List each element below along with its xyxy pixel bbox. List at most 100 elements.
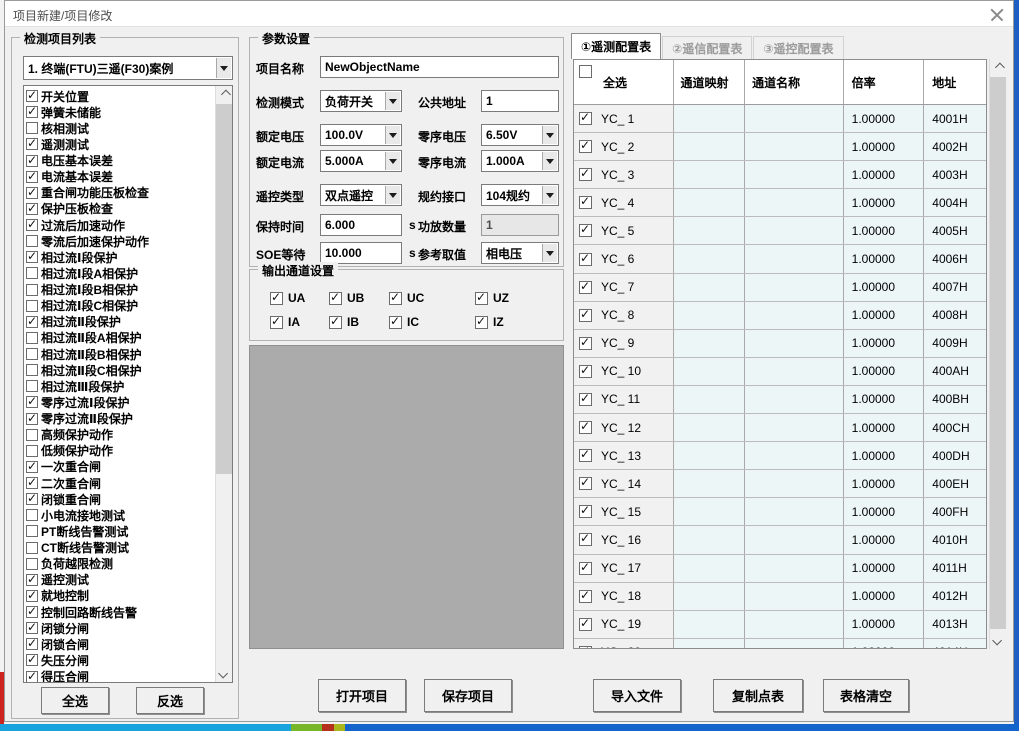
list-item-checkbox[interactable]: [26, 461, 38, 473]
dropdown-arrow-icon[interactable]: [542, 152, 557, 170]
channel-name-cell[interactable]: [745, 611, 844, 638]
table-row[interactable]: YC_ 171.000004011H: [574, 555, 986, 583]
list-item-checkbox[interactable]: [26, 300, 38, 312]
select-all-button[interactable]: 全选: [41, 687, 109, 714]
protocol-dropdown[interactable]: 104规约: [481, 184, 559, 206]
channel-map-cell[interactable]: [674, 386, 746, 413]
address-cell[interactable]: 400DH: [924, 442, 986, 469]
row-checkbox[interactable]: [579, 618, 592, 631]
row-checkbox[interactable]: [579, 224, 592, 237]
row-checkbox[interactable]: [579, 477, 592, 490]
invert-select-button[interactable]: 反选: [136, 687, 204, 714]
address-cell[interactable]: 4008H: [924, 302, 986, 329]
list-item[interactable]: 重合闸功能压板检查: [24, 185, 215, 201]
list-item-checkbox[interactable]: [26, 284, 38, 296]
ratio-cell[interactable]: 1.00000: [844, 245, 925, 272]
channel-name-cell[interactable]: [745, 302, 844, 329]
config-tab[interactable]: ③遥控配置表: [753, 36, 843, 59]
save-project-button[interactable]: 保存项目: [424, 679, 512, 712]
list-item[interactable]: 高频保护动作: [24, 427, 215, 443]
address-cell[interactable]: 400FH: [924, 498, 986, 525]
row-checkbox[interactable]: [579, 140, 592, 153]
list-item-checkbox[interactable]: [26, 316, 38, 328]
list-item[interactable]: CT断线告警测试: [24, 540, 215, 556]
table-row[interactable]: YC_ 181.000004012H: [574, 583, 986, 611]
channel-name-cell[interactable]: [745, 217, 844, 244]
channel-map-cell[interactable]: [674, 639, 746, 649]
list-item-checkbox[interactable]: [26, 380, 38, 392]
channel-map-cell[interactable]: [674, 217, 746, 244]
channel-map-cell[interactable]: [674, 330, 746, 357]
import-file-button[interactable]: 导入文件: [593, 679, 681, 712]
list-item[interactable]: 相过流Ⅱ段B相保护: [24, 346, 215, 362]
list-item-checkbox[interactable]: [26, 348, 38, 360]
row-checkbox[interactable]: [579, 590, 592, 603]
project-name-input[interactable]: NewObjectName: [320, 56, 559, 78]
list-item-checkbox[interactable]: [26, 251, 38, 263]
config-tab[interactable]: ①遥测配置表: [571, 33, 661, 59]
list-item[interactable]: 二次重合闸: [24, 475, 215, 491]
config-tab[interactable]: ②遥信配置表: [662, 36, 752, 59]
row-checkbox[interactable]: [579, 393, 592, 406]
list-item[interactable]: 零序过流Ⅰ段保护: [24, 394, 215, 410]
list-item-checkbox[interactable]: [26, 187, 38, 199]
address-cell[interactable]: 400EH: [924, 470, 986, 497]
channel-checkbox[interactable]: [389, 316, 402, 329]
channel-name-cell[interactable]: [745, 105, 844, 132]
list-item[interactable]: 遥控测试: [24, 572, 215, 588]
ratio-cell[interactable]: 1.00000: [844, 414, 925, 441]
channel-map-cell[interactable]: [674, 274, 746, 301]
scroll-down-icon[interactable]: [990, 632, 1006, 649]
list-item[interactable]: 相过流Ⅰ段A相保护: [24, 265, 215, 281]
ratio-cell[interactable]: 1.00000: [844, 161, 925, 188]
list-item[interactable]: 小电流接地测试: [24, 507, 215, 523]
table-scrollbar[interactable]: [989, 59, 1006, 649]
list-item[interactable]: 零序过流Ⅱ段保护: [24, 411, 215, 427]
row-checkbox[interactable]: [579, 449, 592, 462]
list-item[interactable]: 就地控制: [24, 588, 215, 604]
table-row[interactable]: YC_ 201.000004014H: [574, 639, 986, 649]
list-item-checkbox[interactable]: [26, 267, 38, 279]
list-item[interactable]: 相过流Ⅰ段C相保护: [24, 298, 215, 314]
channel-map-cell[interactable]: [674, 442, 746, 469]
common-addr-input[interactable]: 1: [481, 90, 559, 112]
table-row[interactable]: YC_ 111.00000400BH: [574, 386, 986, 414]
dropdown-arrow-icon[interactable]: [216, 58, 231, 78]
list-item-checkbox[interactable]: [26, 493, 38, 505]
ratio-cell[interactable]: 1.00000: [844, 105, 925, 132]
channel-map-cell[interactable]: [674, 133, 746, 160]
dropdown-arrow-icon[interactable]: [542, 186, 557, 204]
list-item-checkbox[interactable]: [26, 122, 38, 134]
table-row[interactable]: YC_ 121.00000400CH: [574, 414, 986, 442]
dropdown-arrow-icon[interactable]: [542, 126, 557, 144]
list-item-checkbox[interactable]: [26, 606, 38, 618]
channel-name-cell[interactable]: [745, 358, 844, 385]
row-checkbox[interactable]: [579, 253, 592, 266]
row-checkbox[interactable]: [579, 505, 592, 518]
table-row[interactable]: YC_ 151.00000400FH: [574, 498, 986, 526]
row-checkbox[interactable]: [579, 309, 592, 322]
channel-name-cell[interactable]: [745, 161, 844, 188]
channel-name-cell[interactable]: [745, 526, 844, 553]
channel-map-cell[interactable]: [674, 555, 746, 582]
clear-table-button[interactable]: 表格清空: [823, 679, 909, 712]
list-item[interactable]: PT断线告警测试: [24, 523, 215, 539]
scroll-up-icon[interactable]: [990, 59, 1006, 76]
address-cell[interactable]: 4009H: [924, 330, 986, 357]
list-item-checkbox[interactable]: [26, 445, 38, 457]
list-item[interactable]: 闭锁重合闸: [24, 491, 215, 507]
list-item[interactable]: 过流后加速动作: [24, 217, 215, 233]
address-cell[interactable]: 4003H: [924, 161, 986, 188]
case-dropdown[interactable]: 1. 终端(FTU)三遥(F30)案例: [23, 56, 233, 80]
list-item[interactable]: 一次重合闸: [24, 459, 215, 475]
list-item[interactable]: 负荷越限检测: [24, 556, 215, 572]
list-item[interactable]: 闭锁合闸: [24, 636, 215, 652]
list-item-checkbox[interactable]: [26, 574, 38, 586]
channel-name-cell[interactable]: [745, 274, 844, 301]
copy-table-button[interactable]: 复制点表: [713, 679, 803, 712]
list-item-checkbox[interactable]: [26, 525, 38, 537]
channel-name-cell[interactable]: [745, 245, 844, 272]
list-item-checkbox[interactable]: [26, 413, 38, 425]
close-icon[interactable]: [990, 7, 1005, 22]
list-item[interactable]: 相过流Ⅲ段保护: [24, 378, 215, 394]
